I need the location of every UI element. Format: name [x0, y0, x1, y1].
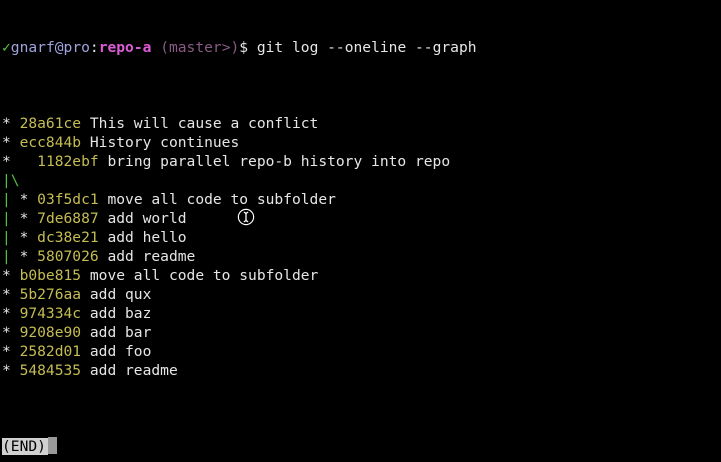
- graph-marker: *: [2, 343, 20, 360]
- commit-hash: 2582d01: [19, 343, 82, 360]
- graph-marker: |: [2, 248, 20, 265]
- pager-status-line[interactable]: (END): [2, 437, 719, 456]
- log-line: | * 5807026 add readme: [2, 247, 719, 266]
- commit-message: add foo: [81, 343, 152, 360]
- log-line: * 5b276aa add qux: [2, 285, 719, 304]
- graph-commit-marker: *: [19, 191, 38, 208]
- graph-marker: *: [2, 362, 20, 379]
- graph-marker: *: [2, 153, 38, 170]
- graph-marker: *: [2, 324, 20, 341]
- commit-hash: ecc844b: [19, 134, 82, 151]
- check-icon: ✓: [2, 39, 11, 56]
- commit-message: move all code to subfolder: [81, 267, 319, 284]
- commit-message: History continues: [81, 134, 240, 151]
- commit-hash: 03f5dc1: [37, 191, 99, 208]
- graph-marker: |: [2, 210, 20, 227]
- log-line: * ecc844b History continues: [2, 133, 719, 152]
- prompt-user: gnarf: [10, 39, 55, 56]
- commit-message: add readme: [98, 248, 196, 265]
- graph-marker: *: [2, 305, 20, 322]
- prompt-symbol: $: [239, 39, 257, 56]
- commit-hash: 5b276aa: [19, 286, 82, 303]
- commit-message: add bar: [81, 324, 152, 341]
- commit-message: add baz: [81, 305, 152, 322]
- commit-message: add world: [98, 210, 187, 227]
- graph-marker: *: [2, 267, 20, 284]
- prompt-directory: repo-a: [98, 39, 152, 56]
- commit-hash: dc38e21: [37, 229, 99, 246]
- commit-hash: 7de6887: [37, 210, 99, 227]
- commit-hash: 5484535: [19, 362, 82, 379]
- commit-message: add hello: [98, 229, 187, 246]
- log-line: * 5484535 add readme: [2, 361, 719, 380]
- prompt-at: @: [54, 39, 64, 56]
- graph-marker: |\: [2, 172, 20, 189]
- terminal-cursor: [47, 437, 57, 454]
- graph-marker: *: [2, 115, 20, 132]
- commit-hash: 9208e90: [19, 324, 82, 341]
- log-line: * 28a61ce This will cause a conflict: [2, 114, 719, 133]
- prompt-line: ✓gnarf@pro:repo-a (master>)$ git log --o…: [2, 38, 719, 57]
- commit-hash: 974334c: [19, 305, 82, 322]
- log-line: * 974334c add baz: [2, 304, 719, 323]
- commit-message: This will cause a conflict: [81, 115, 319, 132]
- commit-hash: b0be815: [19, 267, 82, 284]
- prompt-host: pro: [63, 39, 90, 56]
- graph-commit-marker: *: [19, 248, 38, 265]
- command-text: git log --oneline --graph: [256, 39, 477, 56]
- log-line: * 1182ebf bring parallel repo-b history …: [2, 152, 719, 171]
- log-line: | * dc38e21 add hello: [2, 228, 719, 247]
- commit-message: add readme: [81, 362, 178, 379]
- prompt-colon: :: [89, 39, 99, 56]
- text-cursor-icon: [237, 208, 255, 226]
- log-line: * 9208e90 add bar: [2, 323, 719, 342]
- graph-marker: |: [2, 229, 20, 246]
- log-line: * b0be815 move all code to subfolder: [2, 266, 719, 285]
- graph-commit-marker: *: [19, 229, 38, 246]
- prompt-git-branch: (master>): [151, 39, 240, 56]
- pager-end-marker: (END): [2, 438, 48, 455]
- log-line: |\: [2, 171, 719, 190]
- commit-hash: 5807026: [37, 248, 99, 265]
- commit-message: bring parallel repo-b history into repo: [98, 153, 451, 170]
- log-line: | * 03f5dc1 move all code to subfolder: [2, 190, 719, 209]
- log-line: | * 7de6887 add world: [2, 209, 719, 228]
- terminal-window[interactable]: ✓gnarf@pro:repo-a (master>)$ git log --o…: [2, 0, 719, 462]
- commit-hash: 1182ebf: [37, 153, 99, 170]
- graph-commit-marker: *: [19, 210, 38, 227]
- commit-hash: 28a61ce: [19, 115, 82, 132]
- commit-message: move all code to subfolder: [98, 191, 336, 208]
- commit-message: add qux: [81, 286, 152, 303]
- log-line: * 2582d01 add foo: [2, 342, 719, 361]
- graph-marker: *: [2, 134, 20, 151]
- graph-marker: *: [2, 286, 20, 303]
- git-log-output: * 28a61ce This will cause a conflict * ec…: [2, 114, 719, 380]
- graph-marker: |: [2, 191, 20, 208]
